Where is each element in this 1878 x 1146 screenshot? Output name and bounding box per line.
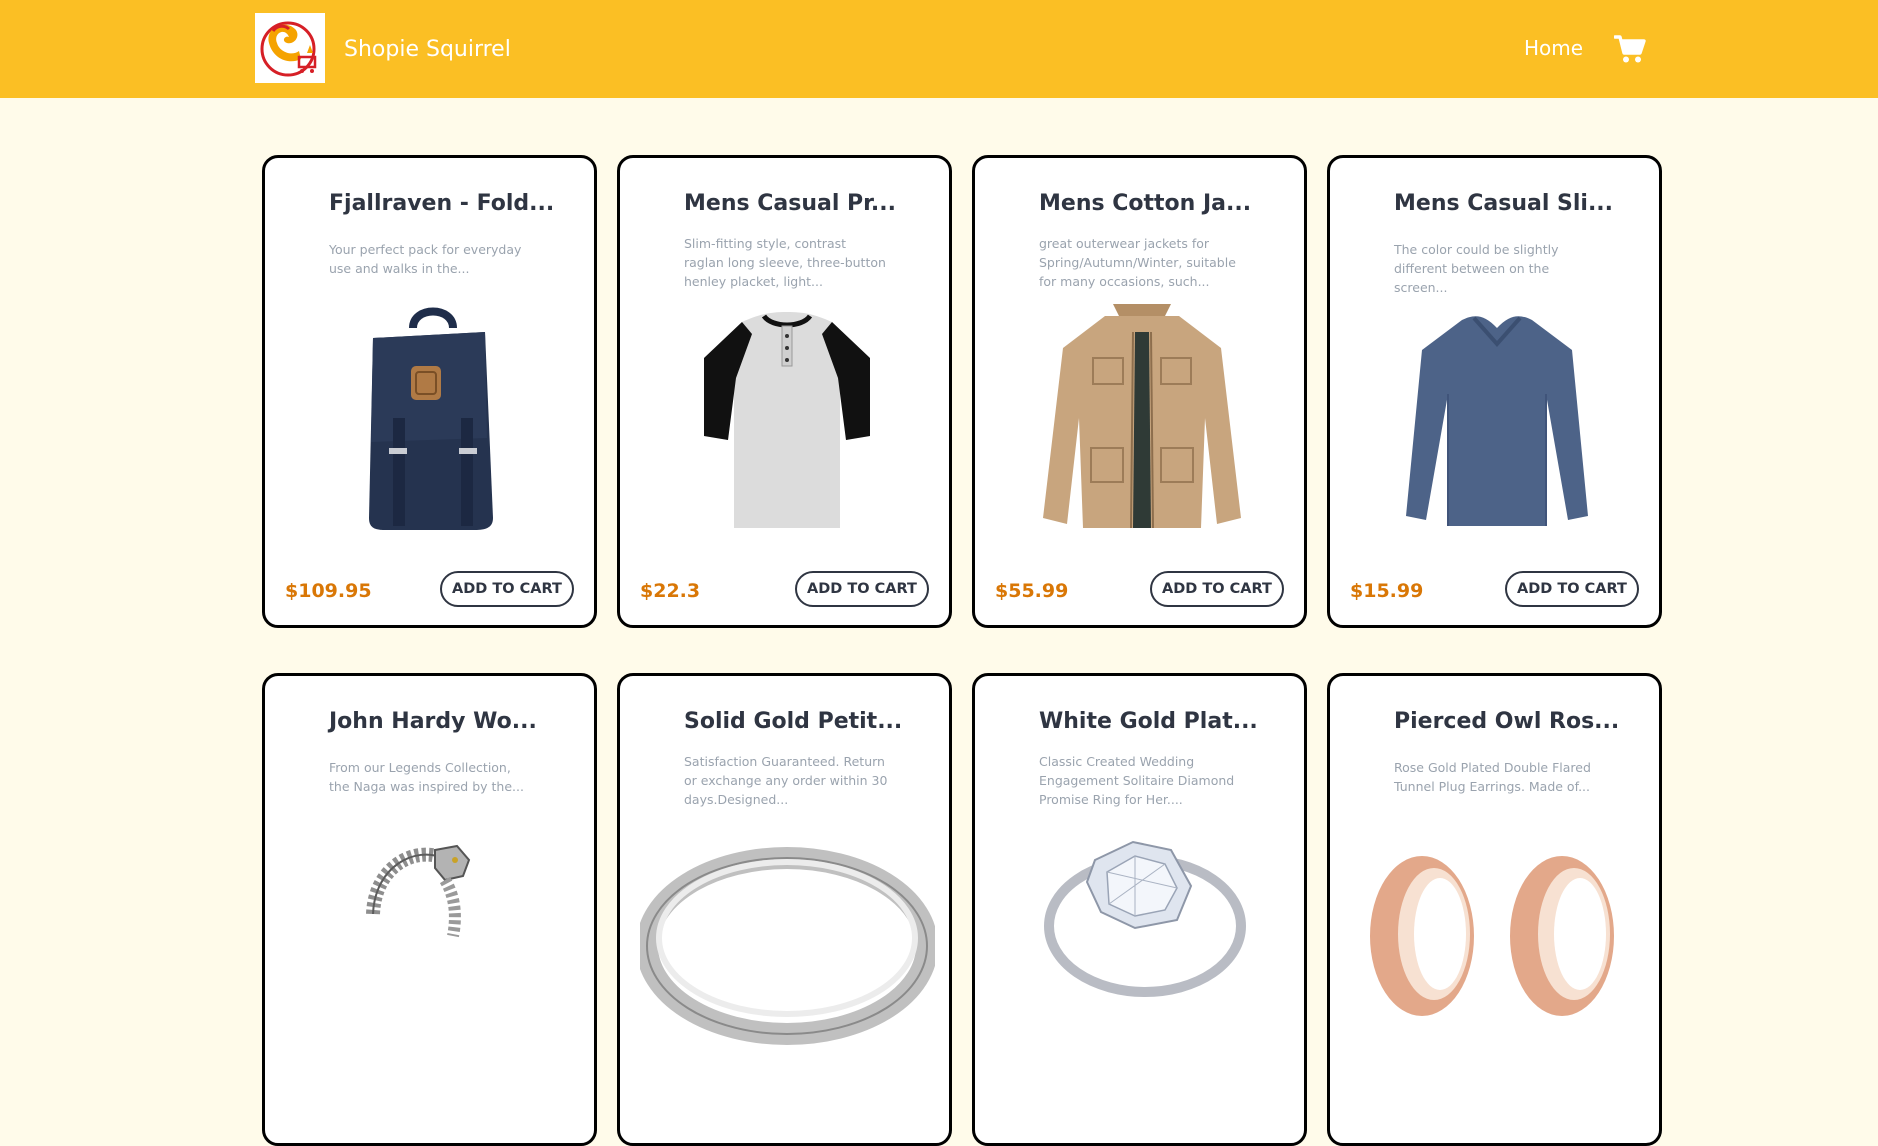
rose-gold-plug-earrings-image[interactable] [1350, 816, 1645, 1056]
product-title[interactable]: White Gold Plat... [1039, 707, 1289, 737]
product-description: Slim-fitting style, contrast raglan long… [684, 236, 886, 289]
raglan-henley-shirt-image[interactable] [640, 298, 935, 538]
product-card[interactable]: Pierced Owl Ros... Rose Gold Plated Doub… [1327, 673, 1662, 1146]
product-description: Rose Gold Plated Double Flared Tunnel Pl… [1394, 760, 1591, 794]
product-description: Your perfect pack for everyday use and w… [329, 242, 522, 276]
product-description: great outerwear jackets for Spring/Autum… [1039, 236, 1236, 289]
nav-home-link[interactable]: Home [1524, 35, 1583, 61]
product-description: Satisfaction Guaranteed. Return or excha… [684, 754, 888, 807]
product-card[interactable]: Mens Cotton Ja... great outerwear jacket… [972, 155, 1307, 628]
product-title[interactable]: Mens Casual Pr... [684, 189, 934, 219]
silver-band-ring-image[interactable] [636, 816, 938, 1056]
product-price: $109.95 [285, 580, 372, 602]
cart-icon[interactable] [1613, 34, 1646, 64]
product-card[interactable]: Solid Gold Petit... Satisfaction Guarant… [617, 673, 952, 1146]
product-title[interactable]: Mens Cotton Ja... [1039, 189, 1289, 219]
top-navbar: Shopie Squirrel Home [0, 0, 1878, 98]
add-to-cart-button[interactable]: ADD TO CART [440, 571, 574, 607]
product-card[interactable]: Mens Casual Sli... The color could be sl… [1327, 155, 1662, 628]
product-card[interactable]: John Hardy Wo... From our Legends Collec… [262, 673, 597, 1146]
product-title[interactable]: Fjallraven - Fold... [329, 189, 579, 219]
brand-logo[interactable] [255, 13, 325, 83]
diamond-solitaire-ring-image[interactable] [995, 816, 1290, 1056]
product-description: The color could be slightly different be… [1394, 242, 1559, 295]
add-to-cart-button[interactable]: ADD TO CART [795, 571, 929, 607]
brand-name[interactable]: Shopie Squirrel [344, 36, 511, 64]
blue-long-sleeve-shirt-image[interactable] [1350, 298, 1645, 538]
product-price: $55.99 [995, 580, 1069, 602]
navy-backpack-image[interactable] [285, 298, 580, 538]
product-title[interactable]: Solid Gold Petit... [684, 707, 934, 737]
add-to-cart-button[interactable]: ADD TO CART [1505, 571, 1639, 607]
product-card[interactable]: Fjallraven - Fold... Your perfect pack f… [262, 155, 597, 628]
khaki-cotton-jacket-image[interactable] [995, 298, 1290, 538]
product-grid: Fjallraven - Fold... Your perfect pack f… [262, 155, 1662, 1146]
product-card[interactable]: Mens Casual Pr... Slim-fitting style, co… [617, 155, 952, 628]
product-title[interactable]: Mens Casual Sli... [1394, 189, 1644, 219]
product-title[interactable]: John Hardy Wo... [329, 707, 579, 737]
dragon-chain-bracelet-image[interactable] [285, 816, 580, 1056]
add-to-cart-button[interactable]: ADD TO CART [1150, 571, 1284, 607]
product-description: From our Legends Collection, the Naga wa… [329, 760, 524, 794]
product-card[interactable]: White Gold Plat... Classic Created Weddi… [972, 673, 1307, 1146]
product-price: $15.99 [1350, 580, 1424, 602]
product-title[interactable]: Pierced Owl Ros... [1394, 707, 1644, 737]
product-price: $22.3 [640, 580, 701, 602]
product-description: Classic Created Wedding Engagement Solit… [1039, 754, 1235, 807]
